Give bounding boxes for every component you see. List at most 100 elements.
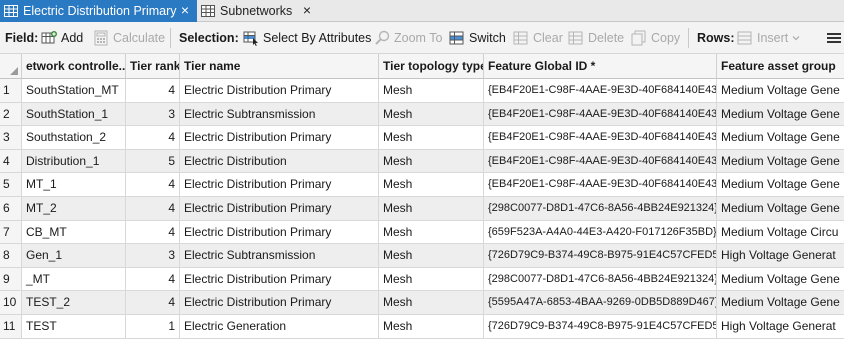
column-header-tier-name[interactable]: Tier name bbox=[180, 54, 379, 79]
clear-selection-button[interactable]: Clear bbox=[513, 22, 563, 54]
row-number[interactable]: 4 bbox=[0, 149, 22, 174]
insert-row-button[interactable]: Insert bbox=[737, 22, 800, 54]
row-number[interactable]: 1 bbox=[0, 79, 22, 103]
cell-feature-global-id[interactable]: {5595A47A-6853-4BAA-9269-0DB5D889D467} bbox=[484, 291, 717, 315]
select-by-attributes-button[interactable]: Select By Attributes bbox=[243, 22, 371, 54]
row-number[interactable]: 10 bbox=[0, 291, 22, 315]
cell-network-controller[interactable]: _MT bbox=[22, 267, 126, 292]
cell-tier-topology-type[interactable]: Mesh bbox=[379, 267, 484, 292]
table-row[interactable]: 6 MT_2 4 Electric Distribution Primary Mesh{… bbox=[0, 197, 844, 221]
cell-tier-rank[interactable]: 4 bbox=[126, 220, 180, 245]
cell-feature-global-id[interactable]: {EB4F20E1-C98F-4AAE-9E3D-40F684140E43} bbox=[484, 149, 717, 174]
cell-feature-asset-group[interactable]: Medium Voltage Gene bbox=[717, 79, 844, 103]
tab-subnetworks[interactable]: Subnetworks × bbox=[197, 0, 319, 22]
cell-tier-name[interactable]: Electric Distribution Primary bbox=[180, 220, 379, 245]
cell-feature-asset-group[interactable]: Medium Voltage Gene bbox=[717, 102, 844, 127]
cell-tier-topology-type[interactable]: Mesh bbox=[379, 220, 484, 245]
table-row[interactable]: 7 CB_MT 4 Electric Distribution Primary Mesh… bbox=[0, 220, 844, 245]
switch-selection-button[interactable]: Switch bbox=[449, 22, 506, 54]
cell-network-controller[interactable]: MT_1 bbox=[22, 173, 126, 197]
add-field-button[interactable]: Add bbox=[41, 22, 83, 54]
cell-tier-name[interactable]: Electric Distribution Primary bbox=[180, 291, 379, 315]
row-number[interactable]: 2 bbox=[0, 102, 22, 127]
cell-tier-rank[interactable]: 1 bbox=[126, 315, 180, 339]
table-row[interactable]: 5 MT_1 4 Electric Distribution Primary Mesh{… bbox=[0, 173, 844, 197]
cell-feature-global-id[interactable]: {298C0077-D8D1-47C6-8A56-4BB24E921324} bbox=[484, 197, 717, 221]
cell-tier-name[interactable]: Electric Distribution Primary bbox=[180, 126, 379, 150]
delete-selection-button[interactable]: Delete bbox=[568, 22, 624, 54]
cell-tier-topology-type[interactable]: Mesh bbox=[379, 126, 484, 150]
column-header-tier-rank[interactable]: Tier rank bbox=[126, 54, 180, 79]
table-row[interactable]: 9 _MT 4 Electric Distribution Primary Mesh {2… bbox=[0, 267, 844, 292]
cell-tier-name[interactable]: Electric Distribution Primary bbox=[180, 79, 379, 103]
row-number[interactable]: 11 bbox=[0, 315, 22, 339]
cell-feature-global-id[interactable]: {EB4F20E1-C98F-4AAE-9E3D-40F684140E43} bbox=[484, 126, 717, 150]
row-number[interactable]: 5 bbox=[0, 173, 22, 197]
column-header-network-controller[interactable]: etwork controlle... bbox=[22, 54, 126, 79]
table-row[interactable]: 1 SouthStation_MT 4 Electric Distribution P… bbox=[0, 79, 844, 103]
cell-tier-name[interactable]: Electric Distribution Primary bbox=[180, 197, 379, 221]
close-icon[interactable]: × bbox=[300, 3, 314, 17]
select-all-corner[interactable] bbox=[0, 54, 22, 79]
cell-network-controller[interactable]: TEST bbox=[22, 315, 126, 339]
cell-network-controller[interactable]: TEST_2 bbox=[22, 291, 126, 315]
zoom-to-button[interactable]: Zoom To bbox=[374, 22, 442, 54]
column-header-tier-topology-type[interactable]: Tier topology type bbox=[379, 54, 484, 79]
table-row[interactable]: 3 Southstation_2 4 Electric Distribution Pr… bbox=[0, 126, 844, 150]
cell-tier-topology-type[interactable]: Mesh bbox=[379, 197, 484, 221]
cell-network-controller[interactable]: MT_2 bbox=[22, 197, 126, 221]
table-row[interactable]: 11 TEST 1 Electric Generation Mesh {726D79C9-… bbox=[0, 315, 844, 339]
cell-feature-asset-group[interactable]: Medium Voltage Gene bbox=[717, 197, 844, 221]
cell-feature-global-id[interactable]: {EB4F20E1-C98F-4AAE-9E3D-40F684140E43} bbox=[484, 79, 717, 103]
cell-tier-topology-type[interactable]: Mesh bbox=[379, 315, 484, 339]
cell-tier-name[interactable]: Electric Distribution Primary bbox=[180, 267, 379, 292]
table-row[interactable]: 2 SouthStation_1 3 Electric Subtransmission… bbox=[0, 102, 844, 127]
cell-feature-global-id[interactable]: {726D79C9-B374-49C8-B975-91E4C57CFED5} bbox=[484, 244, 717, 268]
cell-feature-global-id[interactable]: {726D79C9-B374-49C8-B975-91E4C57CFED5} bbox=[484, 315, 717, 339]
cell-feature-asset-group[interactable]: Medium Voltage Circu bbox=[717, 220, 844, 245]
cell-feature-global-id[interactable]: {EB4F20E1-C98F-4AAE-9E3D-40F684140E43} bbox=[484, 173, 717, 197]
cell-feature-global-id[interactable]: {659F523A-A4A0-44E3-A420-F017126F35BD} bbox=[484, 220, 717, 245]
tab-electric-distribution-primary[interactable]: Electric Distribution Primary × bbox=[0, 0, 197, 22]
cell-tier-rank[interactable]: 4 bbox=[126, 291, 180, 315]
row-number[interactable]: 6 bbox=[0, 197, 22, 221]
cell-tier-topology-type[interactable]: Mesh bbox=[379, 173, 484, 197]
cell-network-controller[interactable]: Distribution_1 bbox=[22, 149, 126, 174]
table-row[interactable]: 8 Gen_1 3 Electric Subtransmission Mesh {726D… bbox=[0, 244, 844, 268]
row-number[interactable]: 8 bbox=[0, 244, 22, 268]
cell-tier-name[interactable]: Electric Distribution Primary bbox=[180, 173, 379, 197]
cell-tier-rank[interactable]: 4 bbox=[126, 173, 180, 197]
cell-tier-rank[interactable]: 3 bbox=[126, 244, 180, 268]
cell-feature-global-id[interactable]: {298C0077-D8D1-47C6-8A56-4BB24E921324} bbox=[484, 267, 717, 292]
cell-feature-global-id[interactable]: {EB4F20E1-C98F-4AAE-9E3D-40F684140E43} bbox=[484, 102, 717, 127]
cell-network-controller[interactable]: SouthStation_1 bbox=[22, 102, 126, 127]
cell-feature-asset-group[interactable]: Medium Voltage Gene bbox=[717, 126, 844, 150]
cell-network-controller[interactable]: Gen_1 bbox=[22, 244, 126, 268]
cell-tier-topology-type[interactable]: Mesh bbox=[379, 244, 484, 268]
cell-network-controller[interactable]: CB_MT bbox=[22, 220, 126, 245]
cell-tier-topology-type[interactable]: Mesh bbox=[379, 149, 484, 174]
table-row[interactable]: 4 Distribution_1 5 Electric Distribution Mes… bbox=[0, 149, 844, 174]
table-options-menu-button[interactable] bbox=[826, 22, 842, 54]
cell-tier-name[interactable]: Electric Distribution bbox=[180, 149, 379, 174]
cell-feature-asset-group[interactable]: Medium Voltage Gene bbox=[717, 149, 844, 174]
cell-network-controller[interactable]: Southstation_2 bbox=[22, 126, 126, 150]
cell-network-controller[interactable]: SouthStation_MT bbox=[22, 79, 126, 103]
cell-tier-rank[interactable]: 4 bbox=[126, 197, 180, 221]
cell-tier-name[interactable]: Electric Subtransmission bbox=[180, 244, 379, 268]
cell-feature-asset-group[interactable]: Medium Voltage Gene bbox=[717, 267, 844, 292]
cell-tier-rank[interactable]: 4 bbox=[126, 267, 180, 292]
cell-tier-name[interactable]: Electric Generation bbox=[180, 315, 379, 339]
cell-tier-name[interactable]: Electric Subtransmission bbox=[180, 102, 379, 127]
table-row[interactable]: 10 TEST_2 4 Electric Distribution Primary Me… bbox=[0, 291, 844, 315]
close-icon[interactable]: × bbox=[178, 3, 192, 17]
cell-tier-topology-type[interactable]: Mesh bbox=[379, 102, 484, 127]
column-header-feature-global-id[interactable]: Feature Global ID * bbox=[484, 54, 717, 79]
cell-tier-rank[interactable]: 3 bbox=[126, 102, 180, 127]
cell-tier-rank[interactable]: 4 bbox=[126, 79, 180, 103]
cell-feature-asset-group[interactable]: High Voltage Generat bbox=[717, 315, 844, 339]
column-header-feature-asset-group[interactable]: Feature asset group bbox=[717, 54, 844, 79]
cell-tier-rank[interactable]: 5 bbox=[126, 149, 180, 174]
cell-feature-asset-group[interactable]: Medium Voltage Gene bbox=[717, 173, 844, 197]
row-number[interactable]: 7 bbox=[0, 220, 22, 245]
